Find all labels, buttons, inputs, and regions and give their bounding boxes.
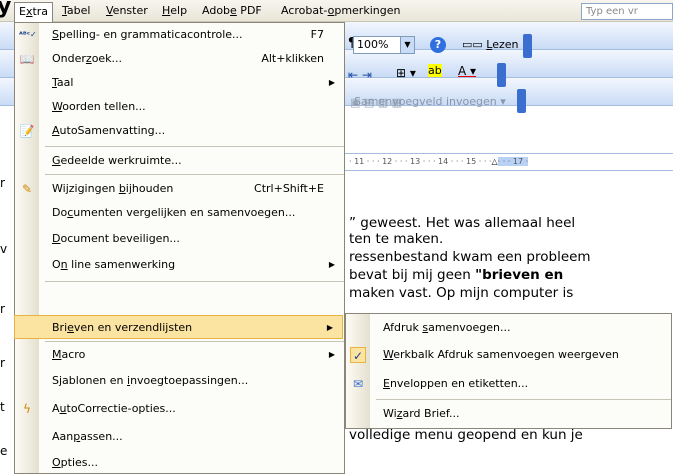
menu-separator: [45, 341, 344, 342]
document-fragment: r: [0, 302, 5, 316]
submenu-arrow-icon: ▶: [328, 350, 335, 359]
help-icon[interactable]: ?: [430, 37, 446, 53]
document-line: bevat bij mij geen "brieven en: [349, 267, 564, 283]
document-line: maken vast. Op mijn computer is: [349, 285, 574, 301]
menu-item-autocorrect[interactable]: ϟ AutoCorrectie-opties...: [15, 397, 344, 421]
menu-item-track-changes[interactable]: ✎ Wijzigingen bijhouden Ctrl+Shift+E: [15, 177, 344, 201]
research-icon: 📖: [19, 52, 35, 66]
help-question-input[interactable]: Typ een vr: [581, 3, 673, 20]
document-fragment: e: [0, 444, 8, 458]
zoom-select[interactable]: 100% ▼: [353, 36, 415, 54]
menu-item-language[interactable]: Taal ▶: [15, 71, 344, 95]
document-fragment: t: [0, 400, 5, 414]
submenu-arrow-icon: ▶: [328, 78, 335, 87]
menu-extra[interactable]: Extra: [14, 2, 54, 22]
document-fragment: y: [0, 0, 12, 19]
submenu-item-show-mail-merge-toolbar[interactable]: ✓ Werkbalk Afdruk samenvoegen weergeven: [346, 343, 671, 367]
menu-help[interactable]: Help: [158, 3, 191, 19]
document-fragment: v: [0, 242, 8, 256]
menu-venster[interactable]: Venster: [102, 3, 152, 19]
menu-item-templates-addins[interactable]: Sjablonen en invoegtoepassingen...: [15, 369, 344, 393]
menu-separator: [45, 174, 344, 175]
word-window: { "menubar": { "items": [ {"pre": "E", "…: [0, 0, 673, 474]
menu-separator: [45, 281, 344, 282]
horizontal-ruler[interactable]: · 11 · · · 12 · · · 13 · · · 14 · · · 15…: [345, 153, 673, 171]
document-fragment: r: [0, 356, 5, 370]
toolbar-options-icon[interactable]: [497, 63, 506, 87]
insert-merge-field-button[interactable]: Samenvoegveld invoegen ▾: [354, 92, 512, 112]
menu-item-autosummary[interactable]: 📝 AutoSamenvatting...: [15, 119, 344, 143]
spellcheck-icon: ᴬᴮᶜ✓: [19, 30, 37, 39]
menu-item-macro[interactable]: Macro ▶: [15, 343, 344, 367]
menu-bar: Extra Tabel Venster Help Adobe PDF Acrob…: [0, 0, 673, 22]
submenu-item-mail-merge[interactable]: Afdruk samenvoegen...: [346, 316, 671, 340]
extra-menu: ᴬᴮᶜ✓ Spelling- en grammaticacontrole... …: [14, 22, 345, 474]
menu-item-customize[interactable]: Aanpassen...: [15, 425, 344, 449]
submenu-item-letter-wizard[interactable]: Wizard Brief...: [346, 402, 671, 426]
envelope-icon: ✉: [352, 377, 364, 391]
highlight-icon[interactable]: ab: [428, 64, 442, 77]
menu-item-options[interactable]: Opties...: [15, 451, 344, 474]
autosummary-icon: 📝: [19, 124, 35, 138]
borders-icon[interactable]: ⊞ ▾: [396, 66, 416, 80]
submenu-arrow-icon: ▶: [328, 260, 335, 269]
menu-separator: [376, 399, 671, 400]
toolbar-options-icon[interactable]: [523, 34, 532, 58]
menu-item-online-collaboration[interactable]: On line samenwerking ▶: [15, 253, 344, 277]
document-line: ressenbestand kwam een probleem: [349, 249, 591, 265]
menu-separator: [45, 146, 344, 147]
letters-mailings-submenu: Afdruk samenvoegen... ✓ Werkbalk Afdruk …: [345, 313, 672, 429]
track-changes-icon: ✎: [21, 182, 33, 196]
menu-item-protect-document[interactable]: Document beveiligen...: [15, 227, 344, 251]
menu-item-letters-mailings[interactable]: Brieven en verzendlijsten ▶: [14, 315, 343, 339]
toolbar-options-icon[interactable]: [517, 89, 526, 113]
document-fragment: r: [0, 176, 5, 190]
menu-item-research[interactable]: 📖 Onderzoek... Alt+klikken: [15, 47, 344, 71]
indent-icon[interactable]: ⇤ ⇥: [348, 68, 372, 82]
submenu-item-envelopes-labels[interactable]: ✉ Enveloppen en etiketten...: [346, 372, 671, 396]
document-line: ten te maken.: [349, 231, 444, 247]
menu-item-shared-workspace[interactable]: Gedeelde werkruimte...: [15, 149, 344, 173]
chevron-down-icon[interactable]: ▼: [400, 37, 414, 53]
submenu-arrow-icon: ▶: [326, 323, 333, 332]
menu-item-spelling[interactable]: ᴬᴮᶜ✓ Spelling- en grammaticacontrole... …: [15, 23, 344, 47]
font-color-icon[interactable]: A ▾: [458, 64, 476, 78]
menu-tabel[interactable]: Tabel: [58, 3, 94, 19]
document-line: volledige menu geopend en kun je: [349, 427, 583, 443]
checkmark-icon: ✓: [350, 347, 366, 363]
read-button[interactable]: ▭▭ Lezen: [462, 38, 519, 51]
autocorrect-icon: ϟ: [23, 402, 31, 416]
menu-item-word-count[interactable]: Woorden tellen...: [15, 95, 344, 119]
menu-adobe-pdf[interactable]: Adobe PDF: [198, 3, 266, 19]
menu-item-compare-merge[interactable]: Documenten vergelijken en samenvoegen...: [15, 201, 344, 225]
menu-acrobat-opmerkingen[interactable]: Acrobat-opmerkingen: [277, 3, 404, 19]
document-line: ” geweest. Het was allemaal heel: [349, 215, 576, 231]
